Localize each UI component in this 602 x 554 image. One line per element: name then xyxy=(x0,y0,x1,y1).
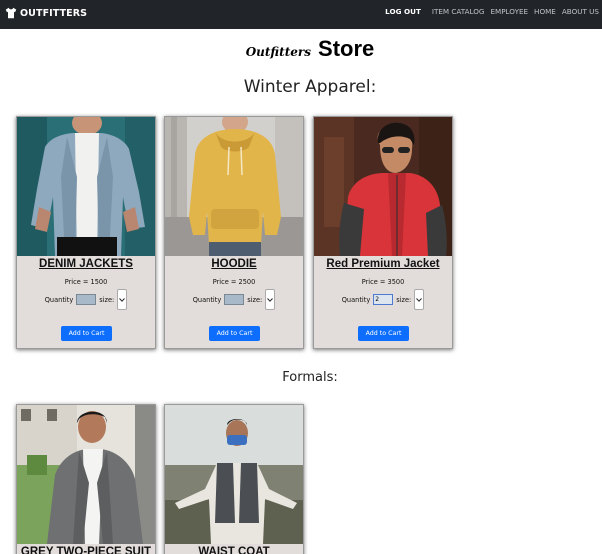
product-card-grey-suit: GREY TWO-PIECE SUIT xyxy=(16,404,156,554)
add-to-cart-button[interactable]: Add to Cart xyxy=(209,326,260,341)
add-to-cart-button[interactable]: Add to Cart xyxy=(358,326,409,341)
product-image-red-jacket xyxy=(314,117,452,256)
size-select[interactable] xyxy=(414,289,425,310)
product-card-waist-coat: WAIST COAT xyxy=(164,404,304,554)
tshirt-icon xyxy=(5,7,17,19)
nav-home[interactable]: HOME xyxy=(531,7,559,16)
size-label: size: xyxy=(396,295,412,304)
product-price: Price = 1500 xyxy=(64,278,108,286)
product-image-grey-suit xyxy=(17,405,155,544)
product-image-denim xyxy=(17,117,155,256)
product-card-red-jacket: Red Premium Jacket Price = 3500 Quantity… xyxy=(313,116,453,349)
quantity-input[interactable] xyxy=(76,294,97,305)
page-title: Outfitters Store xyxy=(0,36,602,62)
quantity-input[interactable] xyxy=(373,294,394,305)
chevron-down-icon xyxy=(416,297,423,302)
product-name[interactable]: Red Premium Jacket xyxy=(314,258,452,270)
nav-logout[interactable]: LOG OUT xyxy=(382,7,424,16)
quantity-label: Quantity xyxy=(192,295,222,304)
quantity-input[interactable] xyxy=(224,294,245,305)
quantity-row: Quantity size: xyxy=(314,289,452,310)
store-brand-script: Outfitters xyxy=(245,45,311,59)
quantity-label: Quantity xyxy=(341,295,371,304)
size-select[interactable] xyxy=(117,289,128,310)
product-name[interactable]: WAIST COAT xyxy=(165,546,303,554)
chevron-down-icon xyxy=(267,297,274,302)
section-title-formals: Formals: xyxy=(282,370,338,385)
navbar: OUTFITTERS LOG OUT ITEM CATALOG EMPLOYEE… xyxy=(0,0,602,29)
product-card-hoodie: HOODIE Price = 2500 Quantity size: Add t… xyxy=(164,116,304,349)
store-title-word: Store xyxy=(318,36,375,61)
add-to-cart-button[interactable]: Add to Cart xyxy=(61,326,112,341)
nav-employee[interactable]: EMPLOYEE xyxy=(487,7,531,16)
brand-link[interactable]: OUTFITTERS xyxy=(5,7,87,19)
section-title-winter: Winter Apparel: xyxy=(243,77,377,97)
product-price: Price = 2500 xyxy=(212,278,256,286)
product-price: Price = 3500 xyxy=(361,278,405,286)
product-card-denim: DENIM JACKETS Price = 1500 Quantity size… xyxy=(16,116,156,349)
nav-item-catalog[interactable]: ITEM CATALOG xyxy=(429,7,488,16)
quantity-label: Quantity xyxy=(44,295,74,304)
quantity-row: Quantity size: xyxy=(17,289,155,310)
product-name[interactable]: HOODIE xyxy=(165,258,303,270)
quantity-row: Quantity size: xyxy=(165,289,303,310)
chevron-down-icon xyxy=(119,297,126,302)
product-image-waist-coat xyxy=(165,405,303,544)
product-name[interactable]: GREY TWO-PIECE SUIT xyxy=(17,546,155,554)
size-select[interactable] xyxy=(265,289,276,310)
brand-name: OUTFITTERS xyxy=(20,7,88,19)
product-name[interactable]: DENIM JACKETS xyxy=(17,258,155,270)
nav-links: LOG OUT ITEM CATALOG EMPLOYEE HOME ABOUT… xyxy=(382,7,602,16)
size-label: size: xyxy=(247,295,263,304)
product-image-hoodie xyxy=(165,117,303,256)
size-label: size: xyxy=(99,295,115,304)
nav-about-us[interactable]: ABOUT US xyxy=(559,7,602,16)
